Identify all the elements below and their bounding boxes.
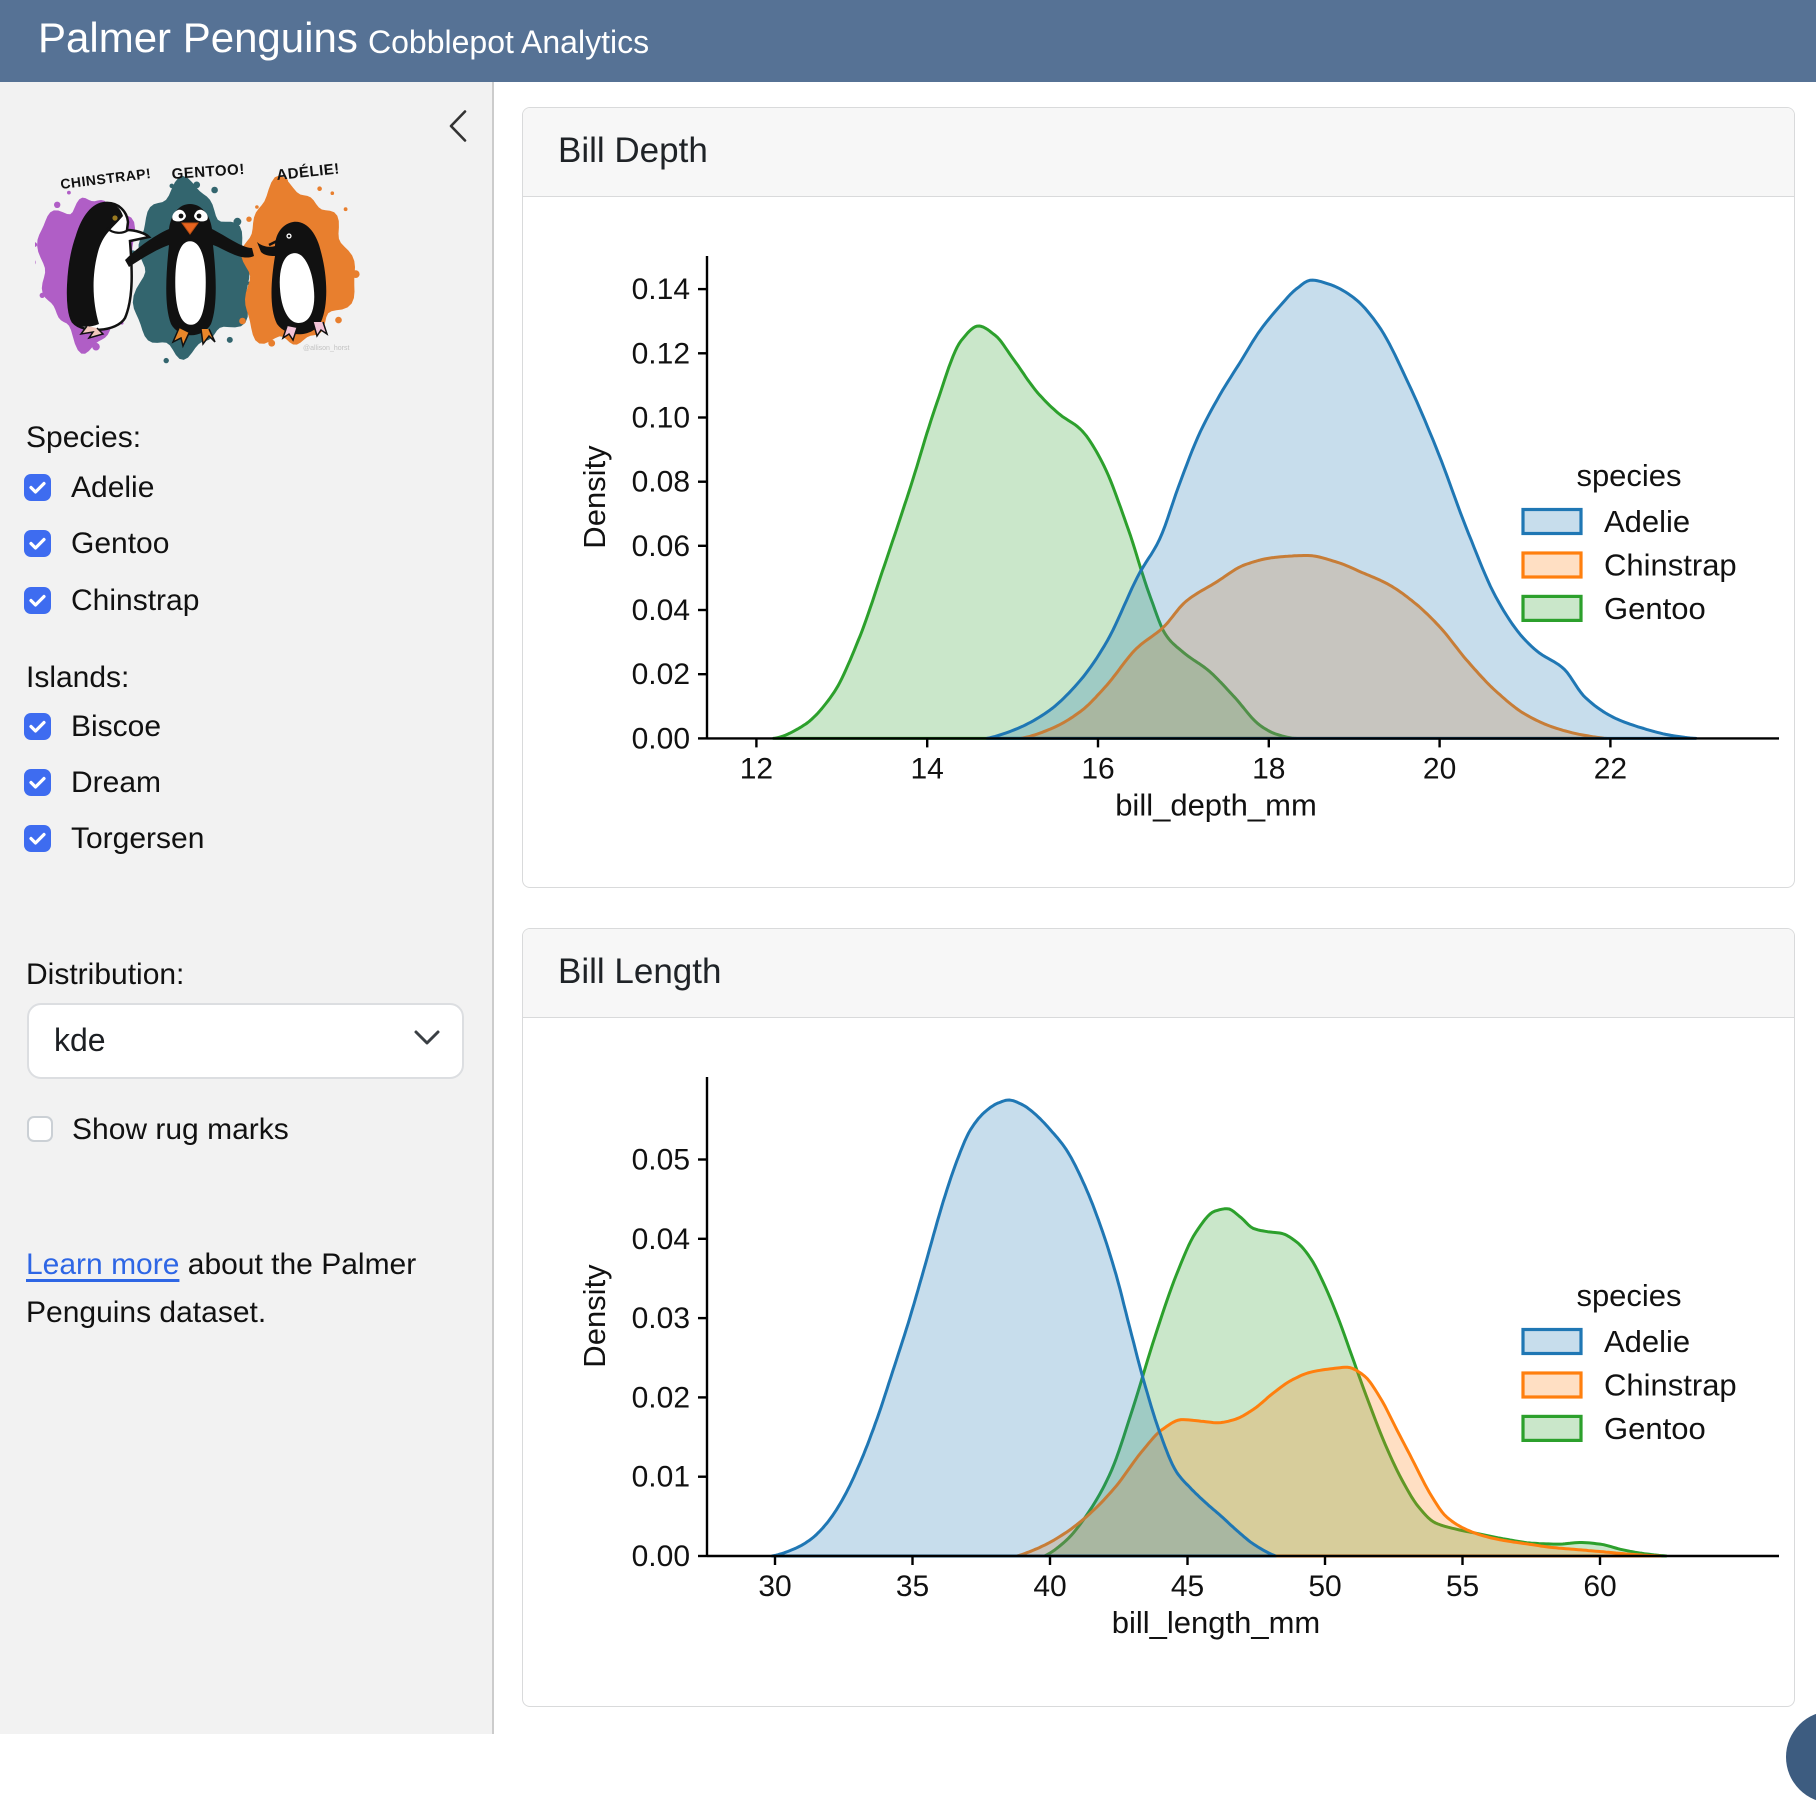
svg-text:0.10: 0.10: [632, 402, 690, 435]
svg-text:0.02: 0.02: [632, 658, 690, 691]
svg-text:Adelie: Adelie: [1604, 1324, 1690, 1359]
svg-text:0.14: 0.14: [632, 273, 690, 306]
svg-text:20: 20: [1423, 752, 1456, 785]
svg-text:45: 45: [1171, 1570, 1204, 1603]
svg-text:0.06: 0.06: [632, 530, 690, 563]
svg-text:Adelie: Adelie: [1604, 504, 1690, 539]
svg-text:Gentoo: Gentoo: [1604, 591, 1706, 626]
svg-text:Chinstrap: Chinstrap: [1604, 548, 1737, 583]
svg-text:GENTOO!: GENTOO!: [171, 161, 245, 183]
svg-text:60: 60: [1583, 1570, 1616, 1603]
svg-text:0.03: 0.03: [632, 1302, 690, 1335]
svg-text:0.05: 0.05: [632, 1144, 690, 1177]
svg-text:0.01: 0.01: [632, 1461, 690, 1494]
svg-text:CHINSTRAP!: CHINSTRAP!: [59, 165, 152, 192]
svg-text:@allison_horst: @allison_horst: [303, 345, 349, 352]
svg-text:bill_depth_mm: bill_depth_mm: [1115, 787, 1317, 822]
svg-text:0.04: 0.04: [632, 594, 690, 627]
svg-text:0.08: 0.08: [632, 466, 690, 499]
svg-text:0.00: 0.00: [632, 722, 690, 755]
svg-text:22: 22: [1594, 752, 1627, 785]
svg-text:12: 12: [740, 752, 773, 785]
svg-text:species: species: [1576, 1278, 1681, 1313]
svg-text:18: 18: [1252, 752, 1285, 785]
svg-text:Density: Density: [577, 1264, 612, 1368]
svg-text:35: 35: [896, 1570, 929, 1603]
svg-text:55: 55: [1446, 1570, 1479, 1603]
svg-text:Gentoo: Gentoo: [1604, 1411, 1706, 1446]
svg-text:0.00: 0.00: [632, 1540, 690, 1573]
svg-text:0.02: 0.02: [632, 1381, 690, 1414]
svg-text:Chinstrap: Chinstrap: [1604, 1368, 1737, 1403]
svg-text:40: 40: [1033, 1570, 1066, 1603]
svg-text:30: 30: [758, 1570, 791, 1603]
svg-text:ADÉLIE!: ADÉLIE!: [276, 160, 341, 184]
svg-text:0.12: 0.12: [632, 337, 690, 370]
svg-text:Density: Density: [577, 445, 612, 549]
svg-text:0.04: 0.04: [632, 1223, 690, 1256]
svg-text:16: 16: [1081, 752, 1114, 785]
svg-text:species: species: [1576, 458, 1681, 493]
svg-text:bill_length_mm: bill_length_mm: [1112, 1605, 1321, 1640]
svg-text:50: 50: [1308, 1570, 1341, 1603]
svg-text:14: 14: [911, 752, 944, 785]
